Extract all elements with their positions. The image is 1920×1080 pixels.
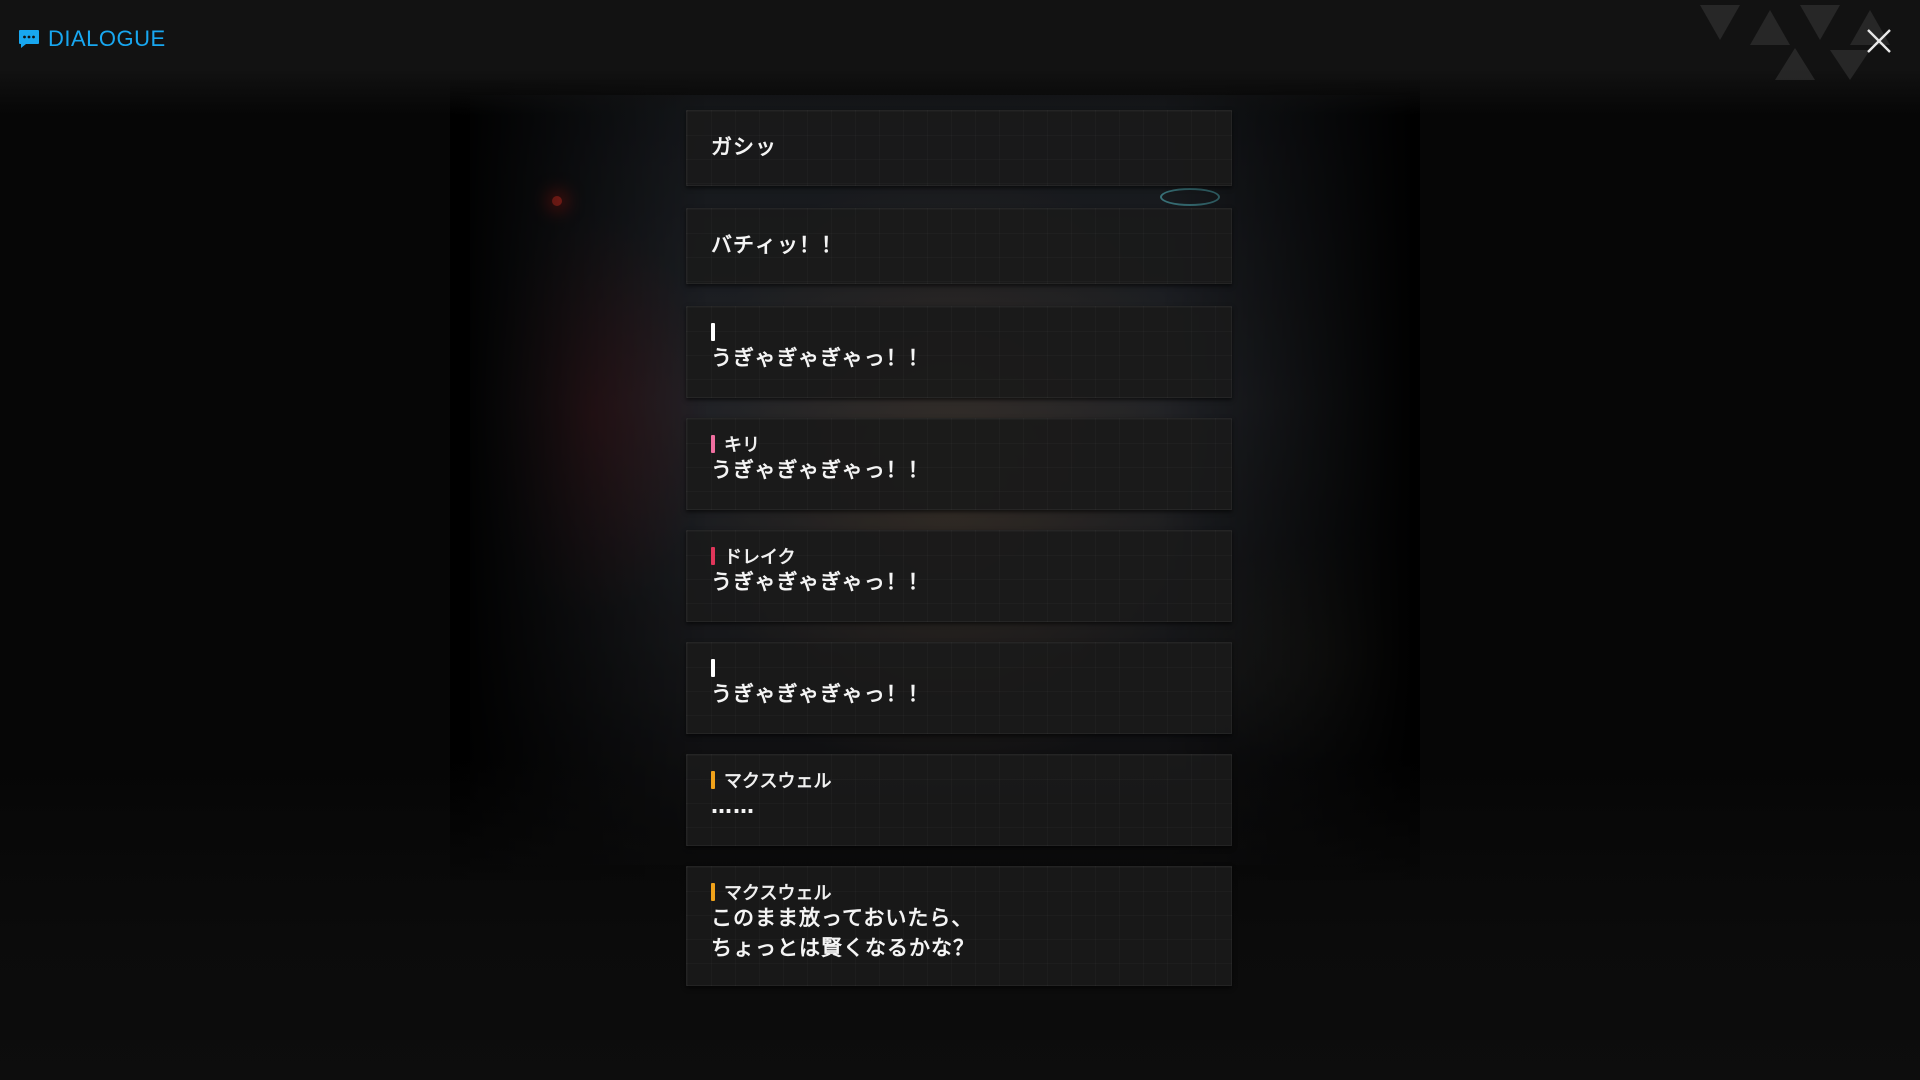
dialogue-line: うぎゃぎゃぎゃっ！！ bbox=[711, 346, 930, 370]
speaker-row bbox=[711, 657, 1211, 679]
chat-bubble-icon bbox=[19, 30, 39, 48]
dialogue-header: DIALOGUE bbox=[18, 26, 166, 52]
speaker-name: マクスウェル bbox=[724, 883, 832, 904]
dialogue-entry: キリ うぎゃぎゃぎゃっ！！ bbox=[686, 418, 1232, 510]
dialogue-entry: ドレイク うぎゃぎゃぎゃっ！！ bbox=[686, 530, 1232, 622]
speaker-row: キリ bbox=[711, 433, 1211, 456]
dialogue-entry: うぎゃぎゃぎゃっ！！ bbox=[686, 306, 1232, 398]
dialogue-line: このまま放っておいたら、 bbox=[711, 906, 974, 930]
dialogue-line: ガシッ bbox=[711, 135, 777, 159]
speaker-color-bar bbox=[711, 435, 715, 453]
dialogue-line: ちょっとは賢くなるかな？ bbox=[711, 936, 975, 960]
speaker-row: マクスウェル bbox=[711, 881, 1211, 904]
dialogue-list[interactable]: ガシッ バチィッ！！ うぎゃぎゃぎゃっ！！ キリ うぎゃぎゃぎゃっ！！ ドレイク… bbox=[686, 0, 1234, 1080]
dialogue-line: うぎゃぎゃぎゃっ！！ bbox=[711, 570, 930, 594]
dialogue-log-screen: DIALOGUE ガシッ バチィッ！！ うぎゃぎゃぎゃっ！！ キリ うぎゃぎゃぎ… bbox=[0, 0, 1920, 1080]
speaker-color-bar bbox=[711, 547, 715, 565]
dialogue-entry: バチィッ！！ bbox=[686, 208, 1232, 284]
close-button[interactable] bbox=[1862, 24, 1896, 58]
dialogue-entry: マクスウェル このまま放っておいたら、 ちょっとは賢くなるかな？ bbox=[686, 866, 1232, 986]
speaker-name: キリ bbox=[724, 435, 760, 456]
speaker-color-bar bbox=[711, 771, 715, 789]
dialogue-entry: ガシッ bbox=[686, 110, 1232, 186]
page-title: DIALOGUE bbox=[48, 26, 166, 51]
speaker-color-bar bbox=[711, 883, 715, 901]
dialogue-line: …… bbox=[711, 794, 755, 818]
speaker-name: マクスウェル bbox=[724, 771, 832, 792]
close-icon bbox=[1867, 29, 1891, 53]
speaker-name: ドレイク bbox=[724, 547, 796, 568]
dialogue-entry: マクスウェル …… bbox=[686, 754, 1232, 846]
speaker-row: マクスウェル bbox=[711, 769, 1211, 792]
dialogue-line: うぎゃぎゃぎゃっ！！ bbox=[711, 682, 930, 706]
speaker-color-bar bbox=[711, 659, 715, 677]
speaker-row bbox=[711, 321, 1211, 343]
dialogue-line: バチィッ！！ bbox=[711, 233, 843, 257]
dialogue-entry: うぎゃぎゃぎゃっ！！ bbox=[686, 642, 1232, 734]
speaker-color-bar bbox=[711, 323, 715, 341]
dialogue-line: うぎゃぎゃぎゃっ！！ bbox=[711, 458, 930, 482]
speaker-row: ドレイク bbox=[711, 545, 1211, 568]
